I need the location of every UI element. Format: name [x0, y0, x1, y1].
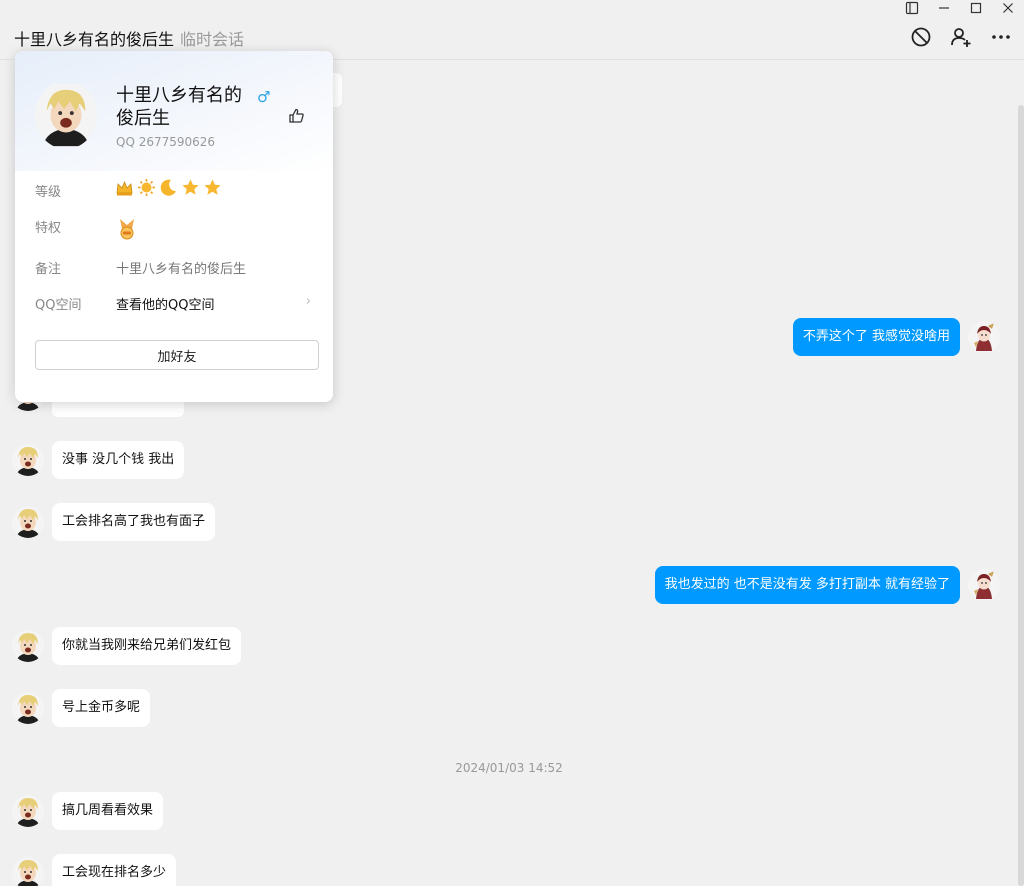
- profile-avatar[interactable]: [35, 81, 97, 149]
- avatar[interactable]: [12, 857, 44, 886]
- minimize-icon: [939, 7, 949, 9]
- level-badges[interactable]: [115, 178, 222, 197]
- chat-title[interactable]: 十里八乡有名的俊后生 临时会话: [14, 26, 244, 50]
- qzone-link[interactable]: 查看他的QQ空间: [116, 294, 214, 313]
- sidebar-toggle-button[interactable]: [896, 0, 928, 16]
- message-bubble[interactable]: 不弄这个了 我感觉没啥用: [792, 318, 960, 356]
- message-bubble[interactable]: 我也发过的 也不是没有发 多打打副本 就有经验了: [654, 566, 960, 604]
- message-row: 号上金币多呢: [12, 689, 151, 727]
- close-icon: [1003, 3, 1013, 13]
- message-row: 工会排名高了我也有面子: [12, 503, 216, 541]
- message-bubble[interactable]: 搞几周看看效果: [52, 792, 164, 830]
- star-icon: [204, 179, 221, 195]
- contact-name: 十里八乡有名的俊后生: [14, 30, 175, 49]
- message-row: 不弄这个了 我感觉没啥用: [792, 318, 1000, 356]
- avatar[interactable]: [12, 795, 44, 827]
- block-icon: [911, 27, 931, 47]
- message-bubble[interactable]: 你就当我刚来给兄弟们发红包: [52, 627, 242, 665]
- star-icon: [182, 179, 199, 195]
- message-row: 搞几周看看效果: [12, 792, 164, 830]
- avatar[interactable]: [12, 444, 44, 476]
- block-button[interactable]: [908, 24, 934, 50]
- message-row: 你就当我刚来给兄弟们发红包: [12, 627, 242, 665]
- maximize-button[interactable]: [960, 0, 992, 16]
- chat-type-label: 临时会话: [180, 30, 245, 49]
- avatar[interactable]: [12, 692, 44, 724]
- level-label: 等级: [35, 185, 62, 200]
- male-icon: ♂: [257, 88, 271, 106]
- avatar[interactable]: [968, 569, 1000, 601]
- remark-label: 备注: [35, 262, 62, 277]
- more-button[interactable]: [988, 24, 1014, 50]
- chevron-right-icon[interactable]: ›: [306, 294, 311, 309]
- profile-card: 十里八乡有名的俊后生 ♂ QQ 2677590626 等级 特权 备注 十里八乡…: [15, 51, 333, 402]
- add-friend-header-button[interactable]: [948, 24, 974, 50]
- chat-scrollbar[interactable]: [1018, 105, 1024, 886]
- header-actions: [908, 24, 1014, 50]
- profile-name: 十里八乡有名的俊后生: [116, 85, 242, 129]
- like-button[interactable]: [288, 107, 306, 125]
- minimize-button[interactable]: [928, 0, 960, 16]
- remark-value[interactable]: 十里八乡有名的俊后生: [116, 258, 246, 277]
- add-user-icon: [951, 28, 971, 47]
- message-timestamp: 2024/01/03 14:52: [455, 761, 563, 775]
- avatar[interactable]: [12, 506, 44, 538]
- avatar[interactable]: [12, 630, 44, 662]
- message-bubble[interactable]: 号上金币多呢: [52, 689, 151, 727]
- maximize-icon: [970, 2, 982, 14]
- add-friend-button[interactable]: 加好友: [35, 340, 319, 370]
- privilege-badge-icon[interactable]: [117, 217, 137, 241]
- qzone-label: QQ空间: [35, 298, 82, 313]
- moon-icon: [160, 179, 176, 196]
- crown-icon: [116, 180, 133, 196]
- message-row: 没事 没几个钱 我出: [12, 441, 185, 479]
- close-button[interactable]: [992, 0, 1024, 16]
- privilege-label: 特权: [35, 221, 62, 236]
- more-icon: [992, 35, 1010, 39]
- window-controls: [896, 0, 1024, 16]
- sidebar-toggle-icon: [905, 1, 919, 15]
- sun-icon: [138, 179, 155, 196]
- message-bubble[interactable]: 工会排名高了我也有面子: [52, 503, 216, 541]
- avatar[interactable]: [968, 321, 1000, 353]
- thumbs-up-icon: [289, 108, 304, 123]
- message-row: 工会现在排名多少: [12, 854, 177, 886]
- message-bubble[interactable]: 没事 没几个钱 我出: [52, 441, 185, 479]
- profile-qq-number: QQ 2677590626: [116, 135, 216, 149]
- message-bubble[interactable]: 工会现在排名多少: [52, 854, 177, 886]
- message-row: 我也发过的 也不是没有发 多打打副本 就有经验了: [654, 566, 1000, 604]
